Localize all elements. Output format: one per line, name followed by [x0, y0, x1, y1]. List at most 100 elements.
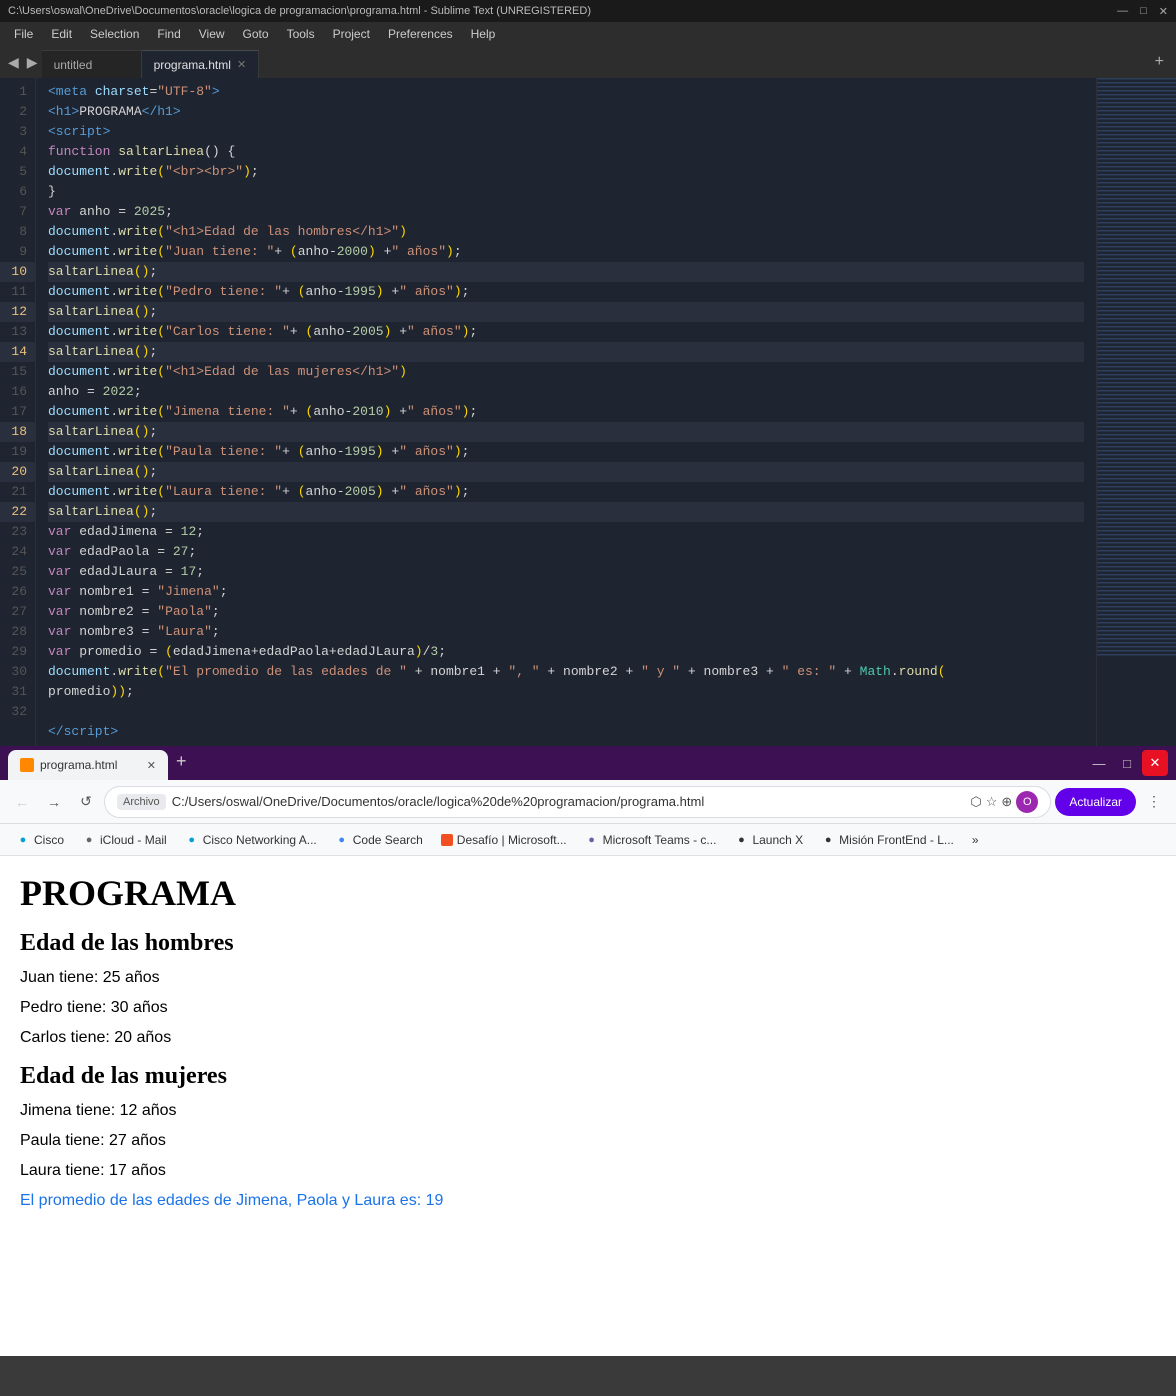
code-line-15: document.write("<h1>Edad de las mujeres<… — [48, 362, 1084, 382]
bookmark-star-icon[interactable]: ☆ — [986, 794, 998, 810]
address-bar[interactable]: Archivo C:/Users/oswal/OneDrive/Document… — [104, 786, 1051, 818]
chrome-tab-programa[interactable]: programa.html ✕ — [8, 750, 168, 780]
line-num-14: 14 — [0, 342, 35, 362]
code-line-18: saltarLinea(); — [48, 422, 1084, 442]
bookmark-mision-frontend[interactable]: ● Misión FrontEnd - L... — [813, 831, 962, 849]
bookmark-more[interactable]: » — [964, 831, 987, 849]
tab-untitled-label: untitled — [54, 58, 93, 72]
page-paula: Paula tiene: 27 años — [20, 1132, 1156, 1150]
menu-help[interactable]: Help — [463, 25, 504, 43]
code-line-23: var edadJimena = 12; — [48, 522, 1084, 542]
line-num-2: 2 — [0, 102, 35, 122]
menu-goto[interactable]: Goto — [235, 25, 277, 43]
line-num-24: 24 — [0, 542, 35, 562]
chrome-restore-btn[interactable]: □ — [1114, 750, 1140, 776]
bookmark-icloud[interactable]: ● iCloud - Mail — [74, 831, 175, 849]
minimize-btn[interactable]: — — [1117, 5, 1128, 18]
page-juan: Juan tiene: 25 años — [20, 969, 1156, 987]
code-line-31 — [48, 702, 1084, 722]
tab-nav-left[interactable]: ◀ — [4, 46, 23, 78]
line-num-6: 6 — [0, 182, 35, 202]
code-line-25: var edadJLaura = 17; — [48, 562, 1084, 582]
bookmark-launch-x-label: Launch X — [752, 833, 803, 847]
chrome-minimize-btn[interactable]: — — [1086, 750, 1112, 776]
line-num-8: 8 — [0, 222, 35, 242]
code-line-6: } — [48, 182, 1084, 202]
line-num-18: 18 — [0, 422, 35, 442]
bookmark-launch-x-icon: ● — [734, 833, 748, 847]
bookmark-launch-x[interactable]: ● Launch X — [726, 831, 811, 849]
maximize-btn[interactable]: □ — [1140, 5, 1147, 18]
code-line-12: saltarLinea(); — [48, 302, 1084, 322]
tab-programa-html[interactable]: programa.html ✕ — [142, 50, 260, 78]
profile-icon[interactable]: O — [1016, 791, 1038, 813]
code-line-20: saltarLinea(); — [48, 462, 1084, 482]
tab-close-icon[interactable]: ✕ — [237, 58, 246, 71]
menu-preferences[interactable]: Preferences — [380, 25, 461, 43]
line-numbers: 1 2 3 4 5 6 7 8 9 10 11 12 13 14 15 16 1… — [0, 78, 36, 746]
line-num-27: 27 — [0, 602, 35, 622]
bookmark-icloud-label: iCloud - Mail — [100, 833, 167, 847]
line-num-19: 19 — [0, 442, 35, 462]
line-num-22: 22 — [0, 502, 35, 522]
menu-find[interactable]: Find — [149, 25, 188, 43]
menu-tools[interactable]: Tools — [279, 25, 323, 43]
menu-project[interactable]: Project — [325, 25, 378, 43]
chrome-new-tab-button[interactable]: + — [168, 746, 195, 776]
line-num-21: 21 — [0, 482, 35, 502]
code-line-17: document.write("Jimena tiene: "+ (anho-2… — [48, 402, 1084, 422]
code-editor: 1 2 3 4 5 6 7 8 9 10 11 12 13 14 15 16 1… — [0, 78, 1176, 746]
bookmark-code-search[interactable]: ● Code Search — [327, 831, 431, 849]
code-content[interactable]: <meta charset="UTF-8"> <h1>PROGRAMA</h1>… — [36, 78, 1096, 746]
page-content: PROGRAMA Edad de las hombres Juan tiene:… — [0, 856, 1176, 1356]
code-line-16: anho = 2022; — [48, 382, 1084, 402]
menu-selection[interactable]: Selection — [82, 25, 147, 43]
page-main-title: PROGRAMA — [20, 872, 1156, 914]
code-line-9: document.write("Juan tiene: "+ (anho-200… — [48, 242, 1084, 262]
bookmark-mision-icon: ● — [821, 833, 835, 847]
code-line-24: var edadPaola = 27; — [48, 542, 1084, 562]
tab-nav-right[interactable]: ▶ — [23, 46, 42, 78]
bookmark-desafio[interactable]: Desafío | Microsoft... — [433, 831, 575, 849]
title-bar-controls[interactable]: — □ ✕ — [1117, 5, 1168, 18]
line-num-5: 5 — [0, 162, 35, 182]
minimap-preview — [1097, 78, 1176, 658]
secure-label: Archivo — [117, 794, 166, 810]
bookmark-teams[interactable]: ● Microsoft Teams - c... — [577, 831, 725, 849]
minimap — [1096, 78, 1176, 746]
bookmark-cisco-net-icon: ● — [185, 833, 199, 847]
bookmark-cisco-label: Cisco — [34, 833, 64, 847]
code-line-27: var nombre2 = "Paola"; — [48, 602, 1084, 622]
back-button[interactable]: ← — [8, 788, 36, 816]
chrome-close-btn[interactable]: ✕ — [1142, 750, 1168, 776]
reload-button[interactable]: ↺ — [72, 788, 100, 816]
url-text: C:/Users/oswal/OneDrive/Documentos/oracl… — [172, 794, 965, 809]
menu-bar: File Edit Selection Find View Goto Tools… — [0, 22, 1176, 46]
line-num-23: 23 — [0, 522, 35, 542]
menu-file[interactable]: File — [6, 25, 41, 43]
line-num-13: 13 — [0, 322, 35, 342]
close-btn[interactable]: ✕ — [1159, 5, 1168, 18]
page-pedro: Pedro tiene: 30 años — [20, 999, 1156, 1017]
code-line-5: document.write("<br><br>"); — [48, 162, 1084, 182]
menu-view[interactable]: View — [191, 25, 233, 43]
line-num-29: 29 — [0, 642, 35, 662]
bookmarks-bar: ● Cisco ● iCloud - Mail ● Cisco Networki… — [0, 824, 1176, 856]
update-button[interactable]: Actualizar — [1055, 788, 1136, 816]
code-line-21: document.write("Laura tiene: "+ (anho-20… — [48, 482, 1084, 502]
line-num-3: 3 — [0, 122, 35, 142]
chrome-window-controls[interactable]: — □ ✕ — [1086, 750, 1168, 776]
forward-button[interactable]: → — [40, 788, 68, 816]
bookmark-cisco-networking[interactable]: ● Cisco Networking A... — [177, 831, 325, 849]
share-icon[interactable]: ⬡ — [970, 794, 981, 810]
code-line-2: <h1>PROGRAMA</h1> — [48, 102, 1084, 122]
extension-icon[interactable]: ⊕ — [1001, 794, 1012, 810]
menu-edit[interactable]: Edit — [43, 25, 80, 43]
tab-untitled[interactable]: untitled — [42, 50, 142, 78]
new-tab-button[interactable]: + — [1147, 46, 1172, 78]
bookmark-icloud-icon: ● — [82, 833, 96, 847]
bookmark-cisco-net-label: Cisco Networking A... — [203, 833, 317, 847]
chrome-menu-button[interactable]: ⋮ — [1140, 788, 1168, 816]
bookmark-cisco[interactable]: ● Cisco — [8, 831, 72, 849]
chrome-tab-close-icon[interactable]: ✕ — [147, 759, 156, 772]
